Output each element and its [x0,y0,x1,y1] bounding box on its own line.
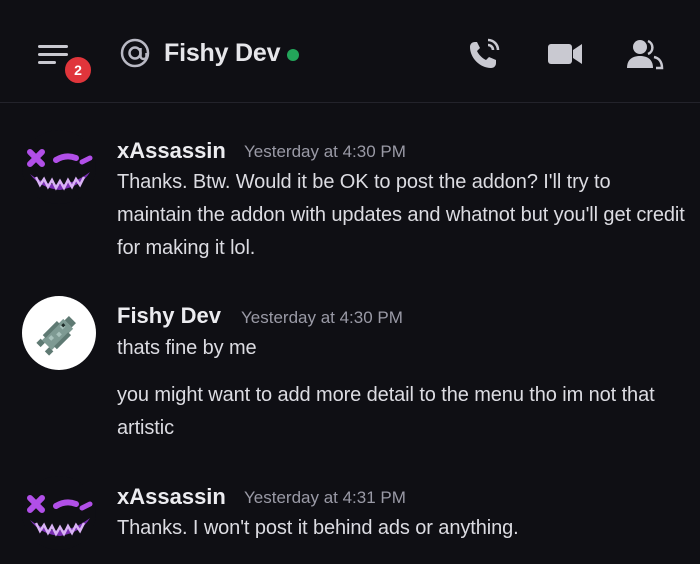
channel-header: 2 Fishy Dev [0,0,700,103]
video-icon[interactable] [545,36,585,72]
members-icon[interactable] [624,36,664,72]
at-icon [120,38,150,68]
author-name[interactable]: xAssassin [117,483,226,511]
author-name[interactable]: xAssassin [117,137,226,165]
message-text: Thanks. Btw. Would it be OK to post the … [117,171,685,259]
avatar[interactable] [22,130,96,204]
notification-badge: 2 [62,54,94,86]
chat-window: 2 Fishy Dev xAssassin Yesterday at 4:30 … [0,0,700,564]
timestamp: Yesterday at 4:31 PM [244,488,406,507]
fish-avatar-image [36,316,76,356]
call-icon[interactable] [466,36,506,72]
xassassin-avatar-image [27,495,93,537]
avatar[interactable] [22,476,96,550]
message-text: Thanks. I won't post it behind ads or an… [117,517,519,539]
timestamp: Yesterday at 4:30 PM [241,308,403,327]
menu-button[interactable]: 2 [28,34,96,86]
message-text: thats fine by me [117,337,257,359]
channel-name: Fishy Dev [164,39,281,67]
message-text: you might want to add more detail to the… [117,384,655,439]
avatar[interactable] [22,296,96,370]
online-status-dot [287,49,299,61]
author-name[interactable]: Fishy Dev [117,302,221,330]
timestamp: Yesterday at 4:30 PM [244,142,406,161]
xassassin-avatar-image [27,149,93,191]
